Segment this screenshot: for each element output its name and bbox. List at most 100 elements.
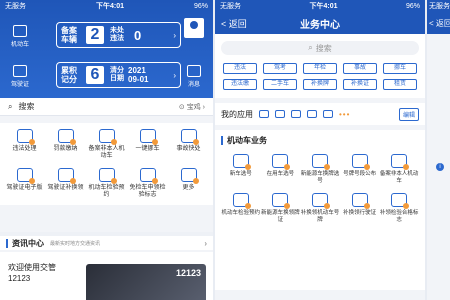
message-side-button[interactable]: 消息 — [180, 65, 208, 88]
points-card-label: 累积记分 — [61, 66, 77, 84]
tag[interactable]: 事故 — [343, 63, 377, 74]
search-wrap: ⌕ 搜索 — [215, 34, 425, 59]
service-item-register-vehicle[interactable]: 备案非本人机动车 — [86, 129, 127, 160]
app-doc-icon[interactable] — [307, 110, 317, 118]
service-item-move-car[interactable]: 一键挪车 — [127, 129, 168, 160]
service-label: 一键挪车 — [135, 146, 160, 152]
sticker-icon — [139, 168, 158, 184]
inspection-icon — [232, 193, 251, 209]
back-button[interactable]: < 返回 — [221, 17, 247, 30]
service-item-more[interactable]: 更多 — [168, 168, 209, 199]
battery-label: 96% — [193, 2, 208, 10]
app-car-icon[interactable] — [259, 110, 269, 118]
chevron-right-icon: › — [173, 30, 176, 40]
license-replace-icon — [57, 168, 76, 184]
service-label: 违法处理 — [12, 146, 37, 152]
info-icon[interactable]: i — [436, 163, 444, 171]
search-input[interactable]: ⌕ 搜索 — [221, 41, 419, 55]
app-list-icon[interactable] — [275, 110, 285, 118]
tag[interactable]: 挪车 — [383, 63, 417, 74]
vehicle-card-label: 备案车辆 — [61, 26, 77, 44]
vehicle-card[interactable]: 备案车辆 2 未处违法 0 › — [56, 22, 181, 48]
business-item-replace-license[interactable]: 补换领行驶证 — [340, 193, 380, 224]
business-item-replace-plate[interactable]: 补换领机动车号牌 — [300, 193, 340, 224]
news-title: 资讯中心 — [12, 238, 44, 248]
e-license-icon — [16, 168, 35, 184]
business-item-ev-plate[interactable]: 新能源车换牌选号 — [300, 154, 340, 185]
search-placeholder: 搜索 — [18, 102, 35, 111]
nav-bar: < 返回 业务中心 — [215, 12, 425, 34]
clock: 下午4:01 — [309, 3, 338, 10]
business-label: 补换领行驶证 — [343, 210, 377, 216]
business-item-register-vehicle[interactable]: 备案非本人机动车 — [379, 154, 419, 185]
service-item-inspection[interactable]: 机动车检验预约 — [86, 168, 127, 199]
service-label: 更多 — [182, 185, 195, 191]
avatar[interactable] — [184, 18, 204, 38]
home-screen: 无服务 下午4:01 96% 机动车 驾驶证 备案车辆 2 未处违法 0 › 累… — [0, 0, 213, 300]
list-icon — [351, 154, 370, 170]
business-header: 无服务 下午4:01 96% < 返回 业务中心 — [215, 0, 425, 34]
section-title: 机动车业务 — [221, 135, 419, 146]
business-item-plate-range[interactable]: 号牌号段公布 — [340, 154, 380, 185]
service-label: 备案非本人机动车 — [88, 146, 125, 159]
message-side-label: 消息 — [187, 82, 200, 88]
plate-icon — [272, 154, 291, 170]
tag[interactable]: 补换证 — [343, 79, 377, 90]
tag[interactable]: 年检 — [303, 63, 337, 74]
points-card[interactable]: 累积记分 6 清分日期 2021 09-01 › — [56, 62, 181, 88]
partial-screen: 无服务 < 返回 i — [427, 0, 450, 300]
edit-button[interactable]: 编辑 — [398, 107, 419, 121]
move-car-icon — [139, 129, 158, 145]
accident-icon — [180, 129, 199, 145]
app-money-icon[interactable] — [323, 110, 333, 118]
service-item-fine[interactable]: 罚款缴纳 — [45, 129, 86, 160]
tag[interactable]: 驾考 — [263, 63, 297, 74]
business-label: 新车选号 — [229, 171, 252, 177]
business-label: 备案非本人机动车 — [379, 171, 419, 184]
home-header: 无服务 下午4:01 96% 机动车 驾驶证 备案车辆 2 未处违法 0 › 累… — [0, 0, 213, 102]
my-apps-bar: 我的应用 ••• 编辑 — [215, 103, 425, 125]
ev-icon — [311, 154, 330, 170]
tag[interactable]: 违法 — [223, 63, 257, 74]
business-label: 机动车检验预约 — [221, 210, 261, 216]
home-search-bar[interactable]: ⌕ 搜索 ⊙ 宝鸡 › — [0, 98, 213, 116]
search-icon: ⌕ — [8, 101, 13, 111]
status-bar: 无服务 下午4:01 96% — [0, 0, 213, 12]
news-item-title: 欢迎使用交管12123 — [8, 263, 56, 283]
business-item-inspection[interactable]: 机动车检验预约 — [221, 193, 261, 224]
service-item-violation[interactable]: 违法处理 — [4, 129, 45, 160]
license-side-button[interactable]: 驾驶证 — [6, 65, 34, 88]
vehicle-side-button[interactable]: 机动车 — [6, 25, 34, 48]
more-apps-icon: ••• — [339, 109, 351, 119]
search-icon: ⌕ — [308, 43, 313, 52]
sticker-icon — [391, 193, 410, 209]
business-item-ev-certificate[interactable]: 新能源车换领牌证 — [261, 193, 301, 224]
news-header[interactable]: 资讯中心 最新实时地方交通资讯 › — [0, 232, 213, 250]
location-selector[interactable]: ⊙ 宝鸡 › — [179, 102, 205, 112]
service-label: 罚款缴纳 — [53, 146, 78, 152]
business-item-sticker[interactable]: 补领检验合格标志 — [379, 193, 419, 224]
more-icon — [180, 168, 199, 184]
business-item-used-plate[interactable]: 在用车选号 — [261, 154, 301, 185]
service-item-exempt-sticker[interactable]: 免检车申领检验标志 — [127, 168, 168, 199]
service-label: 机动车检验预约 — [88, 185, 125, 198]
service-item-e-license[interactable]: 驾驶证电子版 — [4, 168, 45, 199]
app-shield-icon[interactable] — [291, 110, 301, 118]
tag[interactable]: 补换牌 — [303, 79, 337, 90]
chevron-right-icon: › — [204, 238, 207, 248]
thumbnail-text: 12123 — [176, 268, 202, 278]
service-item-accident[interactable]: 事故快处 — [168, 129, 209, 160]
car-icon — [13, 25, 27, 37]
news-item[interactable]: 欢迎使用交管12123 12123 — [0, 252, 213, 300]
partial-header: 无服务 < 返回 — [427, 0, 450, 34]
tag[interactable]: 二手车 — [263, 79, 297, 90]
service-item-license-replace[interactable]: 驾驶证补换领 — [45, 168, 86, 199]
register-icon — [391, 154, 410, 170]
register-icon — [98, 129, 117, 145]
tag[interactable]: 租赁 — [383, 79, 417, 90]
news-subtitle: 最新实时地方交通资讯 — [50, 240, 101, 247]
tag[interactable]: 违法缴 — [223, 79, 257, 90]
service-label: 驾驶证电子版 — [6, 185, 43, 191]
business-item-new-plate[interactable]: 新车选号 — [221, 154, 261, 185]
back-button[interactable]: < 返回 — [429, 18, 450, 29]
